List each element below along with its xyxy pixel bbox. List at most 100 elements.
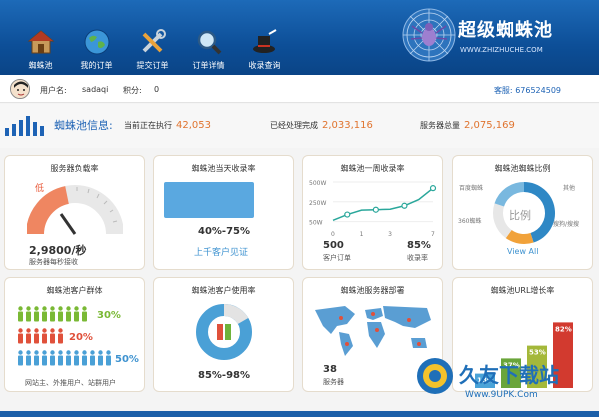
person-icon: [74, 350, 79, 366]
donut-slice: [505, 229, 534, 244]
weekly-orders-label: 客户订单: [323, 254, 351, 262]
site-watermark: 久友下载站 Www.9UPK.Com: [417, 358, 559, 400]
person-icon: [82, 350, 87, 366]
data-point: [429, 185, 437, 192]
ratio-label-other: 其他: [563, 185, 576, 192]
load-level: 低: [35, 184, 45, 194]
card-spider-ratio[interactable]: 蜘蛛池蜘蛛比例 比例 百度蜘蛛 其他 360蜘蛛 搜狗/搜搜 View All: [452, 155, 593, 270]
person-icon: [42, 306, 47, 322]
nav-item-order-details[interactable]: 订单详情: [182, 28, 235, 71]
people-row-blue: [17, 350, 113, 366]
group-pct-3: 50%: [115, 354, 139, 365]
group-sub: 网站主、外推用户、站群用户: [25, 379, 116, 387]
brand-title: 超级蜘蛛池: [458, 20, 553, 41]
person-icon: [58, 306, 63, 322]
person-icon: [82, 306, 87, 322]
nav-item-index-query[interactable]: 收录查询: [238, 28, 291, 71]
person-icon: [90, 350, 95, 366]
usage-range: 85%-98%: [198, 370, 251, 381]
avatar[interactable]: [10, 79, 30, 99]
ratio-label-sogou: 搜狗/搜搜: [553, 221, 580, 228]
person-icon: [26, 306, 31, 322]
person-icon: [18, 328, 23, 344]
weekly-rate-label: 收录率: [407, 254, 428, 262]
card-weekly-index[interactable]: 蜘蛛池一周收录率 500W 250W 50W 0 1 3 7 500 客户订单 85% 收录…: [302, 155, 443, 270]
customer-service[interactable]: 客服: 676524509: [494, 85, 561, 96]
card-title: 蜘蛛池客户使用率: [191, 286, 256, 295]
load-sub: 服务器每秒接收: [29, 258, 78, 266]
total-value: 2,075,169: [464, 120, 515, 131]
weekly-rate: 85%: [407, 240, 431, 251]
username-value: sadaqi: [82, 85, 109, 94]
people-row-green: [17, 306, 89, 322]
done-label: 已经处理完成: [270, 121, 318, 130]
group-pct-2: 20%: [69, 332, 93, 343]
card-usage-rate[interactable]: 蜘蛛池客户使用率 85%-98%: [153, 277, 294, 392]
card-customer-groups[interactable]: 蜘蛛池客户群体 30% 20% 50% 网站主、外推用户、站群用户: [4, 277, 145, 392]
svg-text:久友下载站: 久友下载站: [459, 363, 559, 387]
server-count: 38: [323, 364, 337, 375]
usage-donut-chart: [196, 304, 252, 360]
card-server-load[interactable]: 服务器负载率 低 2,9800/秒 服务器每秒接收: [4, 155, 145, 270]
tools-icon: [142, 29, 166, 53]
house-icon: [27, 30, 54, 54]
nav-label-my-orders: 我的订单: [80, 61, 113, 70]
username-label: 用户名:: [40, 86, 67, 95]
person-icon: [50, 350, 55, 366]
x-tick-label: 1: [360, 231, 364, 238]
card-title: 蜘蛛池客户群体: [46, 286, 103, 295]
data-point: [401, 202, 408, 209]
card-title: 蜘蛛池一周收录率: [340, 164, 405, 173]
person-icon: [66, 350, 71, 366]
person-icon: [98, 350, 103, 366]
svg-text:Www.9UPK.Com: Www.9UPK.Com: [465, 390, 538, 400]
service-label: 客服:: [493, 86, 513, 95]
person-icon: [74, 306, 79, 322]
person-icon: [50, 328, 55, 344]
card-daily-index[interactable]: 蜘蛛池当天收录率 40%-75% 上千客户见证: [153, 155, 294, 270]
info-title: 蜘蛛池信息:: [54, 119, 113, 132]
user-bar: 用户名: sadaqi 积分: 0 客服: 676524509: [0, 75, 599, 103]
y-tick-label: 250W: [309, 200, 326, 207]
group-pct-1: 30%: [97, 310, 121, 321]
donut-slice: [493, 203, 512, 239]
person-icon: [58, 328, 63, 344]
daily-index-link[interactable]: 上千客户见证: [194, 245, 248, 258]
x-tick-label: 3: [388, 231, 392, 238]
bar-label: 82%: [555, 325, 572, 333]
card-title: 蜘蛛池URL增长率: [490, 286, 555, 295]
total-stat: 服务器总量 2,075,169: [420, 120, 515, 131]
nav-label-submit-order: 提交订单: [136, 61, 169, 70]
nav-item-home[interactable]: 蜘蛛池: [14, 28, 67, 71]
running-label: 当前正在执行: [124, 121, 172, 130]
person-icon: [66, 306, 71, 322]
person-icon: [34, 350, 39, 366]
nav-item-my-orders[interactable]: 我的订单: [70, 28, 123, 71]
ratio-label-360: 360蜘蛛: [458, 218, 482, 225]
person-icon: [26, 350, 31, 366]
data-point: [372, 206, 379, 213]
donut-slice: [494, 182, 525, 207]
running-stat: 当前正在执行 42,053: [124, 120, 211, 131]
data-point: [344, 211, 351, 218]
x-tick-label: 7: [431, 231, 435, 238]
top-navigation-bar: 蜘蛛池 我的订单 提交订单 订单详情 收录查询 超级蜘蛛池 WWW.ZHIZHU…: [0, 0, 599, 75]
nav-label-home: 蜘蛛池: [28, 61, 53, 70]
avatar-face-icon: [11, 80, 29, 98]
brand-logo: 超级蜘蛛池 WWW.ZHIZHUCHE.COM: [400, 6, 590, 68]
weekly-line-chart: 500W 250W 50W 0 1 3 7: [309, 180, 437, 238]
person-icon: [26, 328, 31, 344]
people-row-red: [17, 328, 65, 344]
y-tick-label: 500W: [309, 180, 326, 187]
person-icon: [50, 306, 55, 322]
nav-item-submit-order[interactable]: 提交订单: [126, 28, 179, 71]
main-nav: 蜘蛛池 我的订单 提交订单 订单详情 收录查询: [14, 28, 294, 71]
card-title: 服务器负载率: [50, 164, 99, 173]
points-value: 0: [154, 85, 160, 94]
y-tick-label: 50W: [309, 220, 323, 227]
ratio-view-all-link[interactable]: View All: [507, 247, 538, 256]
person-icon: [18, 306, 23, 322]
person-icon: [34, 328, 39, 344]
person-icon: [34, 306, 39, 322]
card-title: 蜘蛛池当天收录率: [191, 164, 256, 173]
